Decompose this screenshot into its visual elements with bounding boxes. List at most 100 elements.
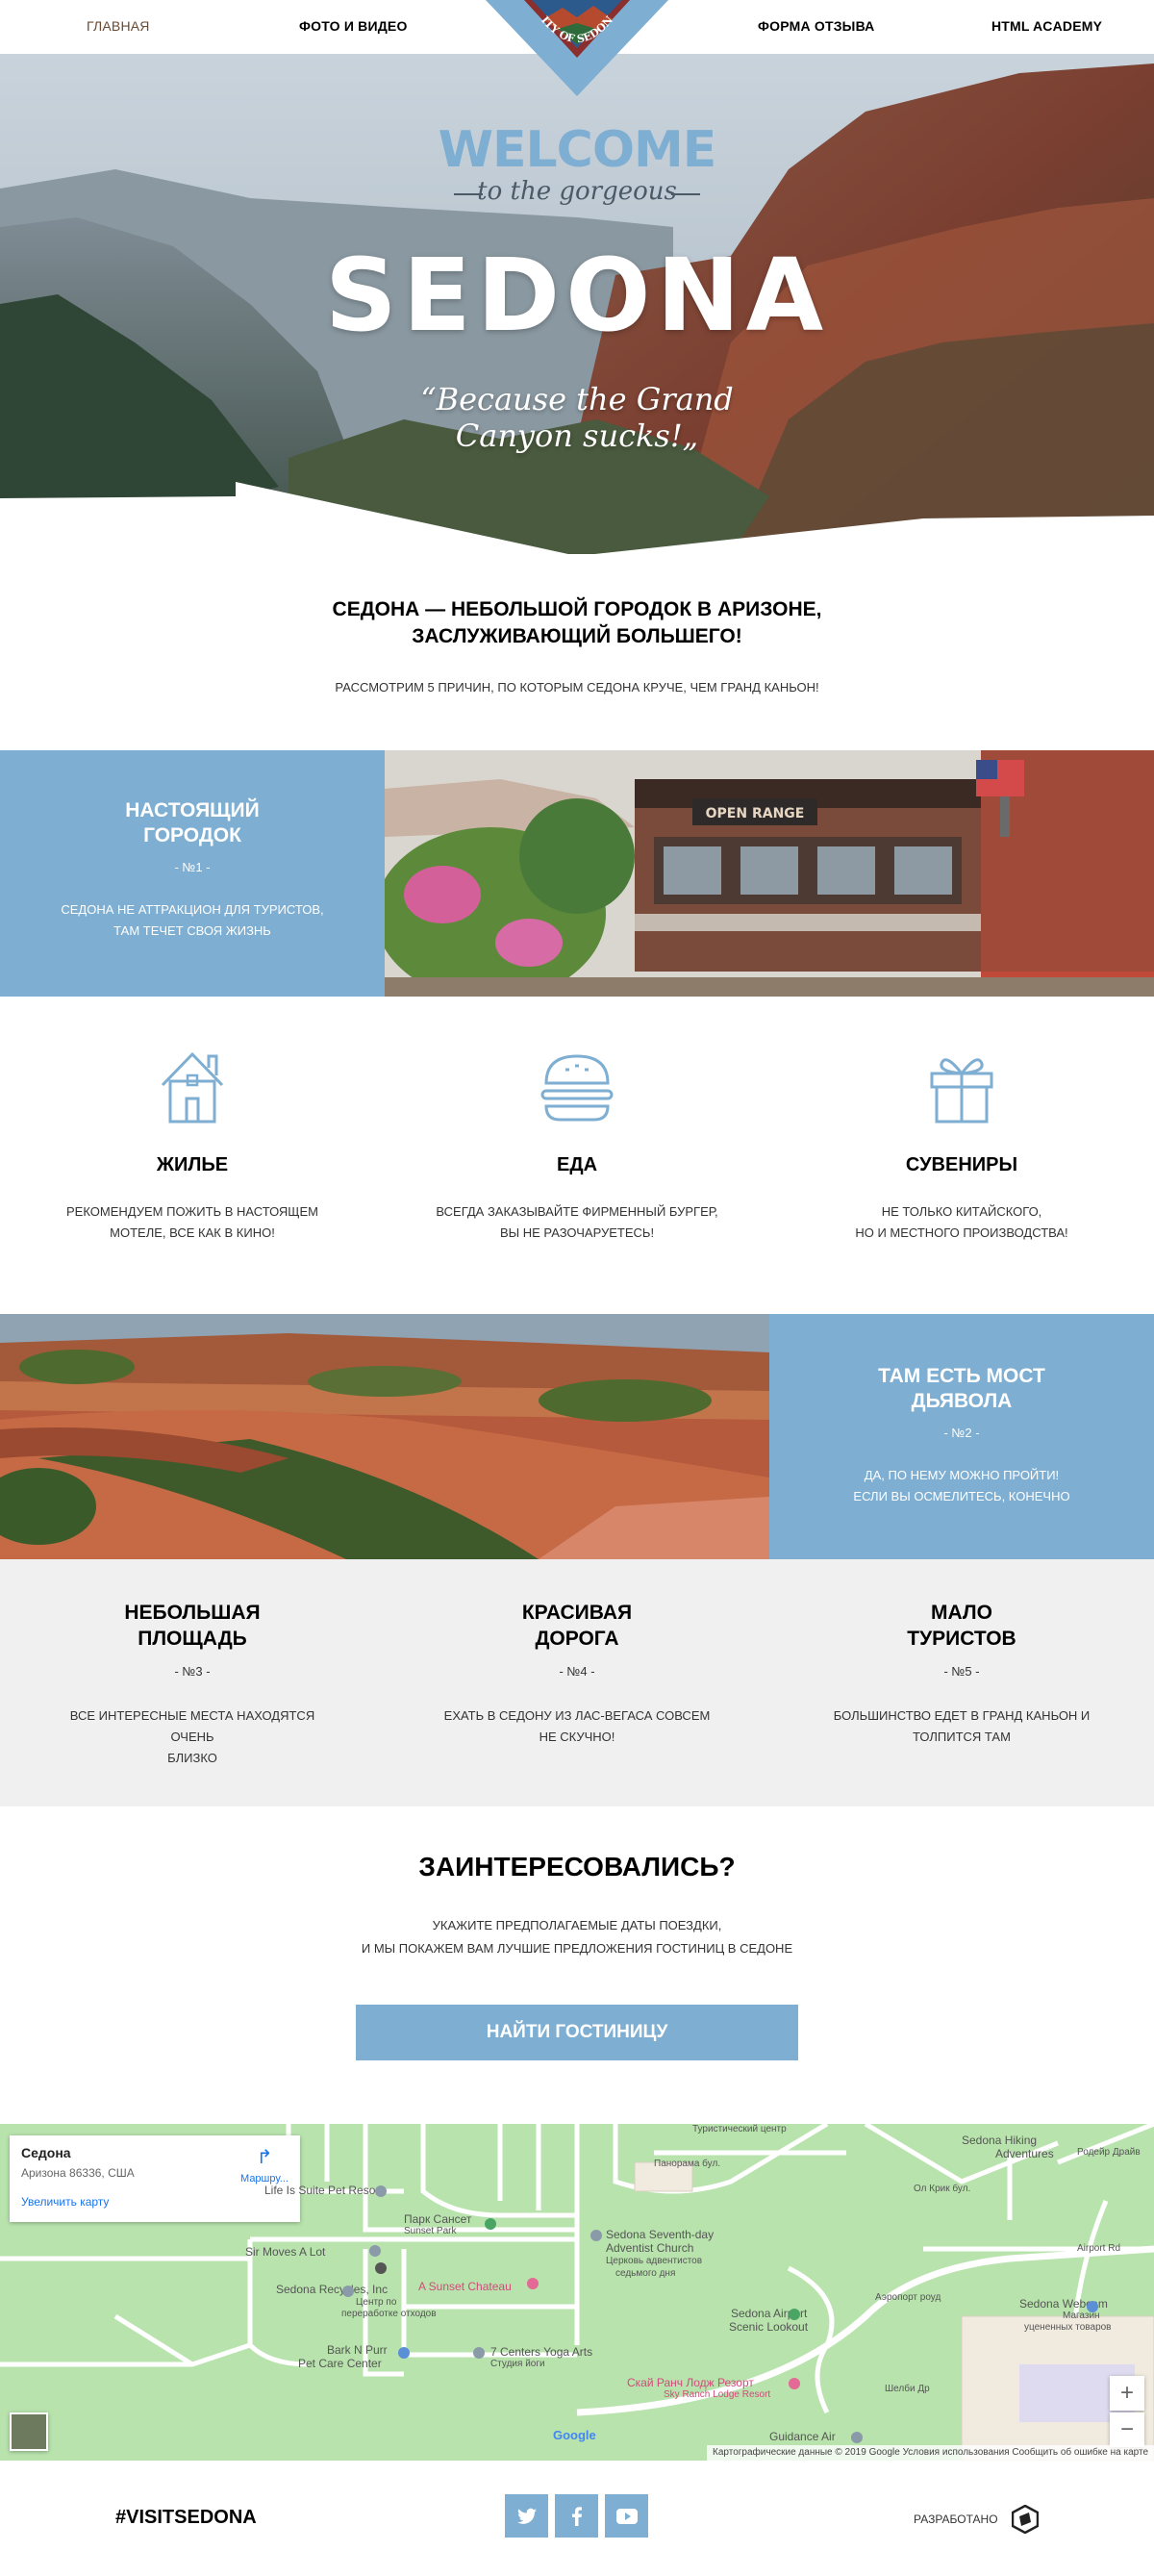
map-satellite-toggle[interactable] <box>10 2412 48 2451</box>
map-pin-moves[interactable] <box>369 2245 381 2257</box>
amenity-souvenirs-title: Сувениры <box>905 1154 1018 1175</box>
hero-quote: “Because the Grand Canyon sucks!„ <box>0 381 1154 454</box>
feature-1-title-line-1: Настоящий <box>125 799 260 821</box>
footer-hashtag: #VISITSEDONA <box>115 2507 257 2528</box>
map-label-recycles-ru: Центр по <box>356 2297 397 2308</box>
reason-5-number: - №5 - <box>943 1664 980 1679</box>
feature-real-town: Настоящий городок - №1 - Седона не аттра… <box>0 750 1154 997</box>
map-route-button[interactable]: ↱ Маршру... <box>240 2145 288 2186</box>
map-label-tourist: Туристический центр <box>692 2124 787 2134</box>
map-pin-bark[interactable] <box>398 2347 410 2359</box>
map-label-yoga-ru: Студия йоги <box>490 2359 545 2369</box>
amenity-food-text: Всегда заказывайте фирменный бургер, вы … <box>433 1201 721 1244</box>
reason-4-text: Ехать в Седону из Лас-Вегаса совсем не с… <box>433 1705 721 1748</box>
map-place-name: Седона <box>21 2145 71 2160</box>
reason-3-title: Небольшая площадь <box>48 1600 337 1652</box>
map-label-krik: Ол Крик бул. <box>914 2184 971 2194</box>
amenities-section: Жилье Рекомендуем пожить в настоящем мот… <box>0 997 1154 1314</box>
hero-subtitle-line-right <box>671 193 700 195</box>
map-pin-church[interactable] <box>590 2230 602 2241</box>
feature-2-title-line-1: Там есть мост <box>878 1365 1045 1387</box>
find-hotel-button[interactable]: Найти гостиницу <box>356 2005 798 2060</box>
nav-link-feedback-form[interactable]: Форма отзыва <box>758 18 875 34</box>
map-pin-lodge[interactable] <box>789 2378 800 2389</box>
map-label-bark-2: Pet Care Center <box>298 2357 382 2370</box>
reason-4-title-line-1: Красивая <box>521 1602 633 1624</box>
feature-1-town-photo: OPEN RANGE <box>385 750 1154 997</box>
map-label-yoga: 7 Centers Yoga Arts <box>490 2345 593 2359</box>
amenity-souvenirs-text-line-2: но и местного производства! <box>855 1225 1068 1240</box>
map-label-church-ru-2: седьмого дня <box>615 2268 676 2279</box>
map[interactable]: Седона Аризона 86336, США Увеличить карт… <box>0 2124 1154 2461</box>
map-label-park: Парк Сансет <box>404 2212 472 2226</box>
intro-title-line-1: Седона — небольшой городок в Аризоне, <box>332 598 822 620</box>
map-enlarge-link[interactable]: Увеличить карту <box>21 2195 109 2209</box>
feature-1-title: Настоящий городок <box>0 798 385 848</box>
interested-title: Заинтересовались? <box>418 1852 736 1881</box>
map-label-shelby: Шелби Др <box>885 2384 930 2394</box>
burger-icon <box>540 1054 614 1122</box>
map-pin-guidance[interactable] <box>851 2432 863 2443</box>
facebook-button[interactable] <box>555 2494 598 2538</box>
twitter-button[interactable] <box>505 2494 548 2538</box>
reason-3: Небольшая площадь - №3 - Все интересные … <box>48 1600 337 1769</box>
map-footer-attribution[interactable]: Картографические данные © 2019 Google Ус… <box>707 2445 1154 2461</box>
map-label-guidance: Guidance Air <box>769 2430 836 2443</box>
intro-title-line-2: заслуживающий большего! <box>412 625 742 647</box>
reason-5-text: Большинство едет в Гранд Каньон и толпит… <box>817 1705 1106 1748</box>
amenity-food: Еда Всегда заказывайте фирменный бургер,… <box>433 1048 721 1244</box>
reason-3-number: - №3 - <box>174 1664 211 1679</box>
nav-link-html-academy[interactable]: HTML Academy <box>991 18 1102 34</box>
map-label-suite: Life Is Suite Pet Resort <box>264 2184 383 2197</box>
map-zoom-in-button[interactable]: + <box>1110 2376 1144 2411</box>
map-label-airport-2: Scenic Lookout <box>729 2320 809 2334</box>
facebook-icon <box>571 2506 582 2526</box>
house-icon <box>161 1051 224 1124</box>
gift-icon <box>930 1058 993 1124</box>
map-pin-suite[interactable] <box>375 2185 387 2197</box>
map-pin-chateau[interactable] <box>527 2278 539 2289</box>
nav-link-home[interactable]: Главная <box>87 18 150 34</box>
reasons-band: Небольшая площадь - №3 - Все интересные … <box>0 1559 1154 1806</box>
intro-title: Седона — небольшой городок в Аризоне, за… <box>0 596 1154 650</box>
reason-4-number: - №4 - <box>559 1664 595 1679</box>
map-label-airport-rd: Airport Rd <box>1077 2243 1121 2254</box>
amenity-souvenirs-text-line-1: Не только китайского, <box>881 1204 1042 1219</box>
amenity-housing-title: Жилье <box>156 1154 229 1175</box>
reason-4-text-line-1: Ехать в Седону из Лас-Вегаса совсем <box>443 1708 711 1723</box>
html-academy-icon[interactable] <box>1012 2505 1039 2534</box>
map-label-recycles: Sedona Recycles, Inc <box>276 2283 389 2296</box>
map-label-park-en: Sunset Park <box>404 2226 457 2236</box>
feature-2-text-line-2: Если вы осмелитесь, конечно <box>853 1489 1070 1503</box>
feature-1-text-line-1: Седона не аттракцион для туристов, <box>61 902 324 917</box>
map-zoom-out-button[interactable]: − <box>1110 2412 1144 2447</box>
hero-subtitle: to the gorgeous <box>477 177 677 206</box>
map-pin-generic[interactable] <box>375 2262 387 2274</box>
hero-title: SEDONA <box>324 237 830 354</box>
map-label-chateau: A Sunset Chateau <box>418 2280 512 2293</box>
feature-1-title-line-2: городок <box>143 824 241 846</box>
reason-5-title-line-1: Мало <box>931 1602 992 1624</box>
feature-1-text: Седона не аттракцион для туристов, там т… <box>0 899 385 942</box>
amenity-housing: Жилье Рекомендуем пожить в настоящем мот… <box>48 1048 337 1244</box>
nav-link-photo-video[interactable]: Фото и видео <box>299 18 408 34</box>
map-pin-yoga[interactable] <box>473 2347 485 2359</box>
youtube-button[interactable] <box>605 2494 648 2538</box>
footer: #VISITSEDONA Разработано <box>0 2461 1154 2576</box>
developed-by-label: Разработано <box>914 2513 998 2526</box>
reason-4-title: Красивая дорога <box>433 1600 721 1652</box>
map-pin-park[interactable] <box>485 2218 496 2230</box>
map-label-webcam-3: уцененных товаров <box>1024 2322 1112 2333</box>
reason-3-text-line-2: близко <box>167 1751 217 1765</box>
map-pin-airport-lookout[interactable] <box>789 2309 800 2320</box>
map-label-airport-rd-ru: Аэропорт роуд <box>875 2292 941 2303</box>
feature-1-panel: Настоящий городок - №1 - Седона не аттра… <box>0 750 385 997</box>
open-range-sign: OPEN RANGE <box>706 806 805 821</box>
map-label-church-ru: Церковь адвентистов <box>606 2256 703 2266</box>
map-label-church: Sedona Seventh-day <box>606 2228 715 2241</box>
city-of-sedona-logo[interactable]: CITY OF SEDONA <box>481 0 668 96</box>
amenity-food-text-line-2: вы не разочаруетесь! <box>499 1225 655 1240</box>
reason-5-title-line-2: туристов <box>907 1628 1016 1650</box>
map-pin-webcam[interactable] <box>1087 2301 1098 2312</box>
map-pin-recycles[interactable] <box>342 2286 354 2297</box>
